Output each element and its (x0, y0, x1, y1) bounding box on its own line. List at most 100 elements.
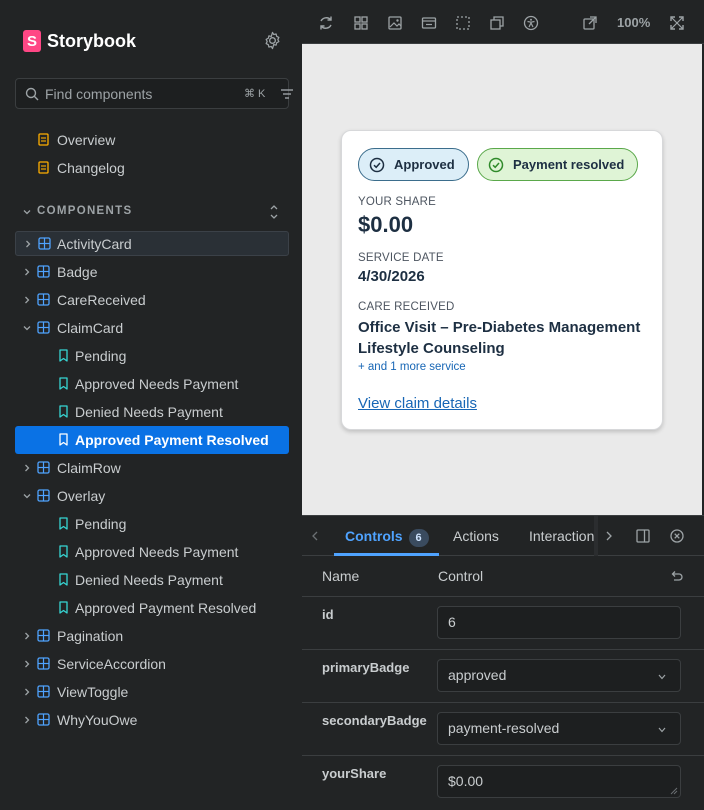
sidebar-story-claimcard-denied-needs-payment[interactable]: Denied Needs Payment (15, 400, 289, 424)
name-column-header: Name (322, 568, 360, 584)
sidebar-item-serviceaccordion[interactable]: ServiceAccordion (15, 652, 289, 676)
sidebar-story-overlay-approved-needs-payment[interactable]: Approved Needs Payment (15, 540, 289, 564)
background-image-icon[interactable] (387, 15, 403, 31)
chevron-down-icon (23, 326, 31, 331)
zoom-level[interactable]: 100% (617, 15, 650, 30)
fullscreen-icon[interactable] (669, 15, 685, 31)
component-icon (37, 293, 50, 306)
sidebar-story-overlay-pending[interactable]: Pending (15, 512, 289, 536)
sidebar-item-label: Pending (75, 348, 127, 364)
open-new-tab-icon[interactable] (582, 15, 598, 31)
textarea-value: $0.00 (448, 773, 484, 789)
sidebar-item-label: Pagination (57, 628, 124, 644)
approved-badge: Approved (358, 148, 469, 181)
sidebar-item-label: Overlay (57, 488, 106, 504)
addon-tabs: Controls 6 Actions Interactions (302, 516, 704, 556)
your-share-label: YOUR SHARE (358, 196, 437, 208)
sidebar-item-label: Approved Payment Resolved (75, 432, 269, 448)
tab-interactions[interactable]: Interactions (529, 528, 595, 544)
expand-collapse-icon[interactable] (268, 203, 280, 221)
storybook-app: S Storybook ⌘ K Overview (0, 0, 704, 810)
tab-controls[interactable]: Controls 6 (345, 528, 429, 547)
tab-actions[interactable]: Actions (453, 528, 499, 544)
primary-badge-select[interactable]: approved (437, 659, 681, 692)
care-received-line2: Lifestyle Counseling (358, 340, 505, 357)
control-name: secondaryBadge (322, 713, 427, 728)
badge-label: Payment resolved (513, 157, 625, 172)
chevron-right-icon (25, 296, 30, 304)
check-circle-icon (488, 157, 504, 173)
sidebar: S Storybook ⌘ K Overview (0, 0, 301, 810)
sidebar-item-carereceived[interactable]: CareReceived (15, 288, 289, 312)
sidebar-item-label: CareReceived (57, 292, 146, 308)
chevron-right-icon[interactable] (604, 530, 614, 542)
control-row-id: id 6 (302, 597, 704, 650)
sidebar-item-label: ViewToggle (57, 684, 129, 700)
sidebar-story-claimcard-approved-payment-resolved[interactable]: Approved Payment Resolved (15, 426, 289, 454)
more-services-link[interactable]: + and 1 more service (358, 361, 466, 373)
sidebar-item-viewtoggle[interactable]: ViewToggle (15, 680, 289, 704)
chevron-left-icon[interactable] (310, 530, 320, 542)
bookmark-story-icon (59, 573, 68, 586)
bookmark-story-icon (59, 517, 68, 530)
filter-icon[interactable] (280, 88, 294, 100)
sidebar-item-claimcard[interactable]: ClaimCard (15, 316, 289, 340)
active-tab-indicator (334, 553, 439, 556)
components-section-header[interactable]: COMPONENTS (15, 203, 289, 221)
document-icon (38, 161, 49, 174)
sidebar-item-pagination[interactable]: Pagination (15, 624, 289, 648)
sidebar-item-whyyouowe[interactable]: WhyYouOwe (15, 708, 289, 732)
reset-controls-icon[interactable] (669, 569, 683, 583)
sidebar-story-claimcard-pending[interactable]: Pending (15, 344, 289, 368)
accessibility-icon[interactable] (523, 15, 539, 31)
measure-icon[interactable] (489, 15, 505, 31)
badge-label: Approved (394, 157, 455, 172)
bookmark-story-icon (59, 349, 68, 362)
brand[interactable]: S Storybook (23, 30, 136, 52)
chevron-down-icon (658, 674, 666, 680)
sidebar-item-label: WhyYouOwe (57, 712, 138, 728)
sidebar-item-overlay[interactable]: Overlay (15, 484, 289, 508)
sidebar-item-overview[interactable]: Overview (15, 128, 289, 152)
outline-icon[interactable] (455, 15, 471, 31)
your-share-value: $0.00 (358, 212, 414, 237)
sidebar-story-overlay-denied-needs-payment[interactable]: Denied Needs Payment (15, 568, 289, 592)
view-claim-details-link[interactable]: View claim details (358, 395, 477, 412)
bookmark-story-icon (59, 433, 68, 446)
sidebar-item-label: Approved Needs Payment (75, 544, 239, 560)
control-name: primaryBadge (322, 660, 410, 675)
remount-icon[interactable] (318, 15, 334, 31)
component-icon (37, 685, 50, 698)
id-input[interactable]: 6 (437, 606, 681, 639)
bookmark-story-icon (59, 601, 68, 614)
document-icon (38, 133, 49, 146)
search-input[interactable] (45, 84, 235, 104)
settings-gear-icon[interactable] (263, 31, 282, 50)
sidebar-story-overlay-approved-payment-resolved[interactable]: Approved Payment Resolved (15, 596, 289, 620)
grid-icon[interactable] (353, 15, 369, 31)
search-box[interactable]: ⌘ K (15, 78, 293, 109)
viewport-icon[interactable] (421, 15, 437, 31)
chevron-right-icon (25, 660, 30, 668)
sidebar-item-claimrow[interactable]: ClaimRow (15, 456, 289, 480)
control-name: id (322, 607, 334, 622)
chevron-right-icon (25, 464, 30, 472)
sidebar-item-badge[interactable]: Badge (15, 260, 289, 284)
brand-name: Storybook (47, 30, 137, 51)
sidebar-item-activitycard[interactable]: ActivityCard (15, 231, 289, 256)
close-panel-icon[interactable] (670, 529, 684, 543)
panel-orientation-icon[interactable] (636, 529, 650, 543)
component-icon (37, 265, 50, 278)
service-date-label: SERVICE DATE (358, 252, 444, 264)
sidebar-item-label: ServiceAccordion (57, 656, 166, 672)
sidebar-story-claimcard-approved-needs-payment[interactable]: Approved Needs Payment (15, 372, 289, 396)
chevron-right-icon (25, 716, 30, 724)
chevron-right-icon (25, 688, 30, 696)
your-share-textarea[interactable]: $0.00 (437, 765, 681, 798)
secondary-badge-select[interactable]: payment-resolved (437, 712, 681, 745)
sidebar-item-changelog[interactable]: Changelog (15, 156, 289, 180)
tab-label: Interactions (529, 528, 595, 544)
resize-handle-icon[interactable] (670, 787, 678, 795)
chevron-down-icon (658, 727, 666, 733)
sidebar-item-label: Overview (57, 132, 116, 148)
